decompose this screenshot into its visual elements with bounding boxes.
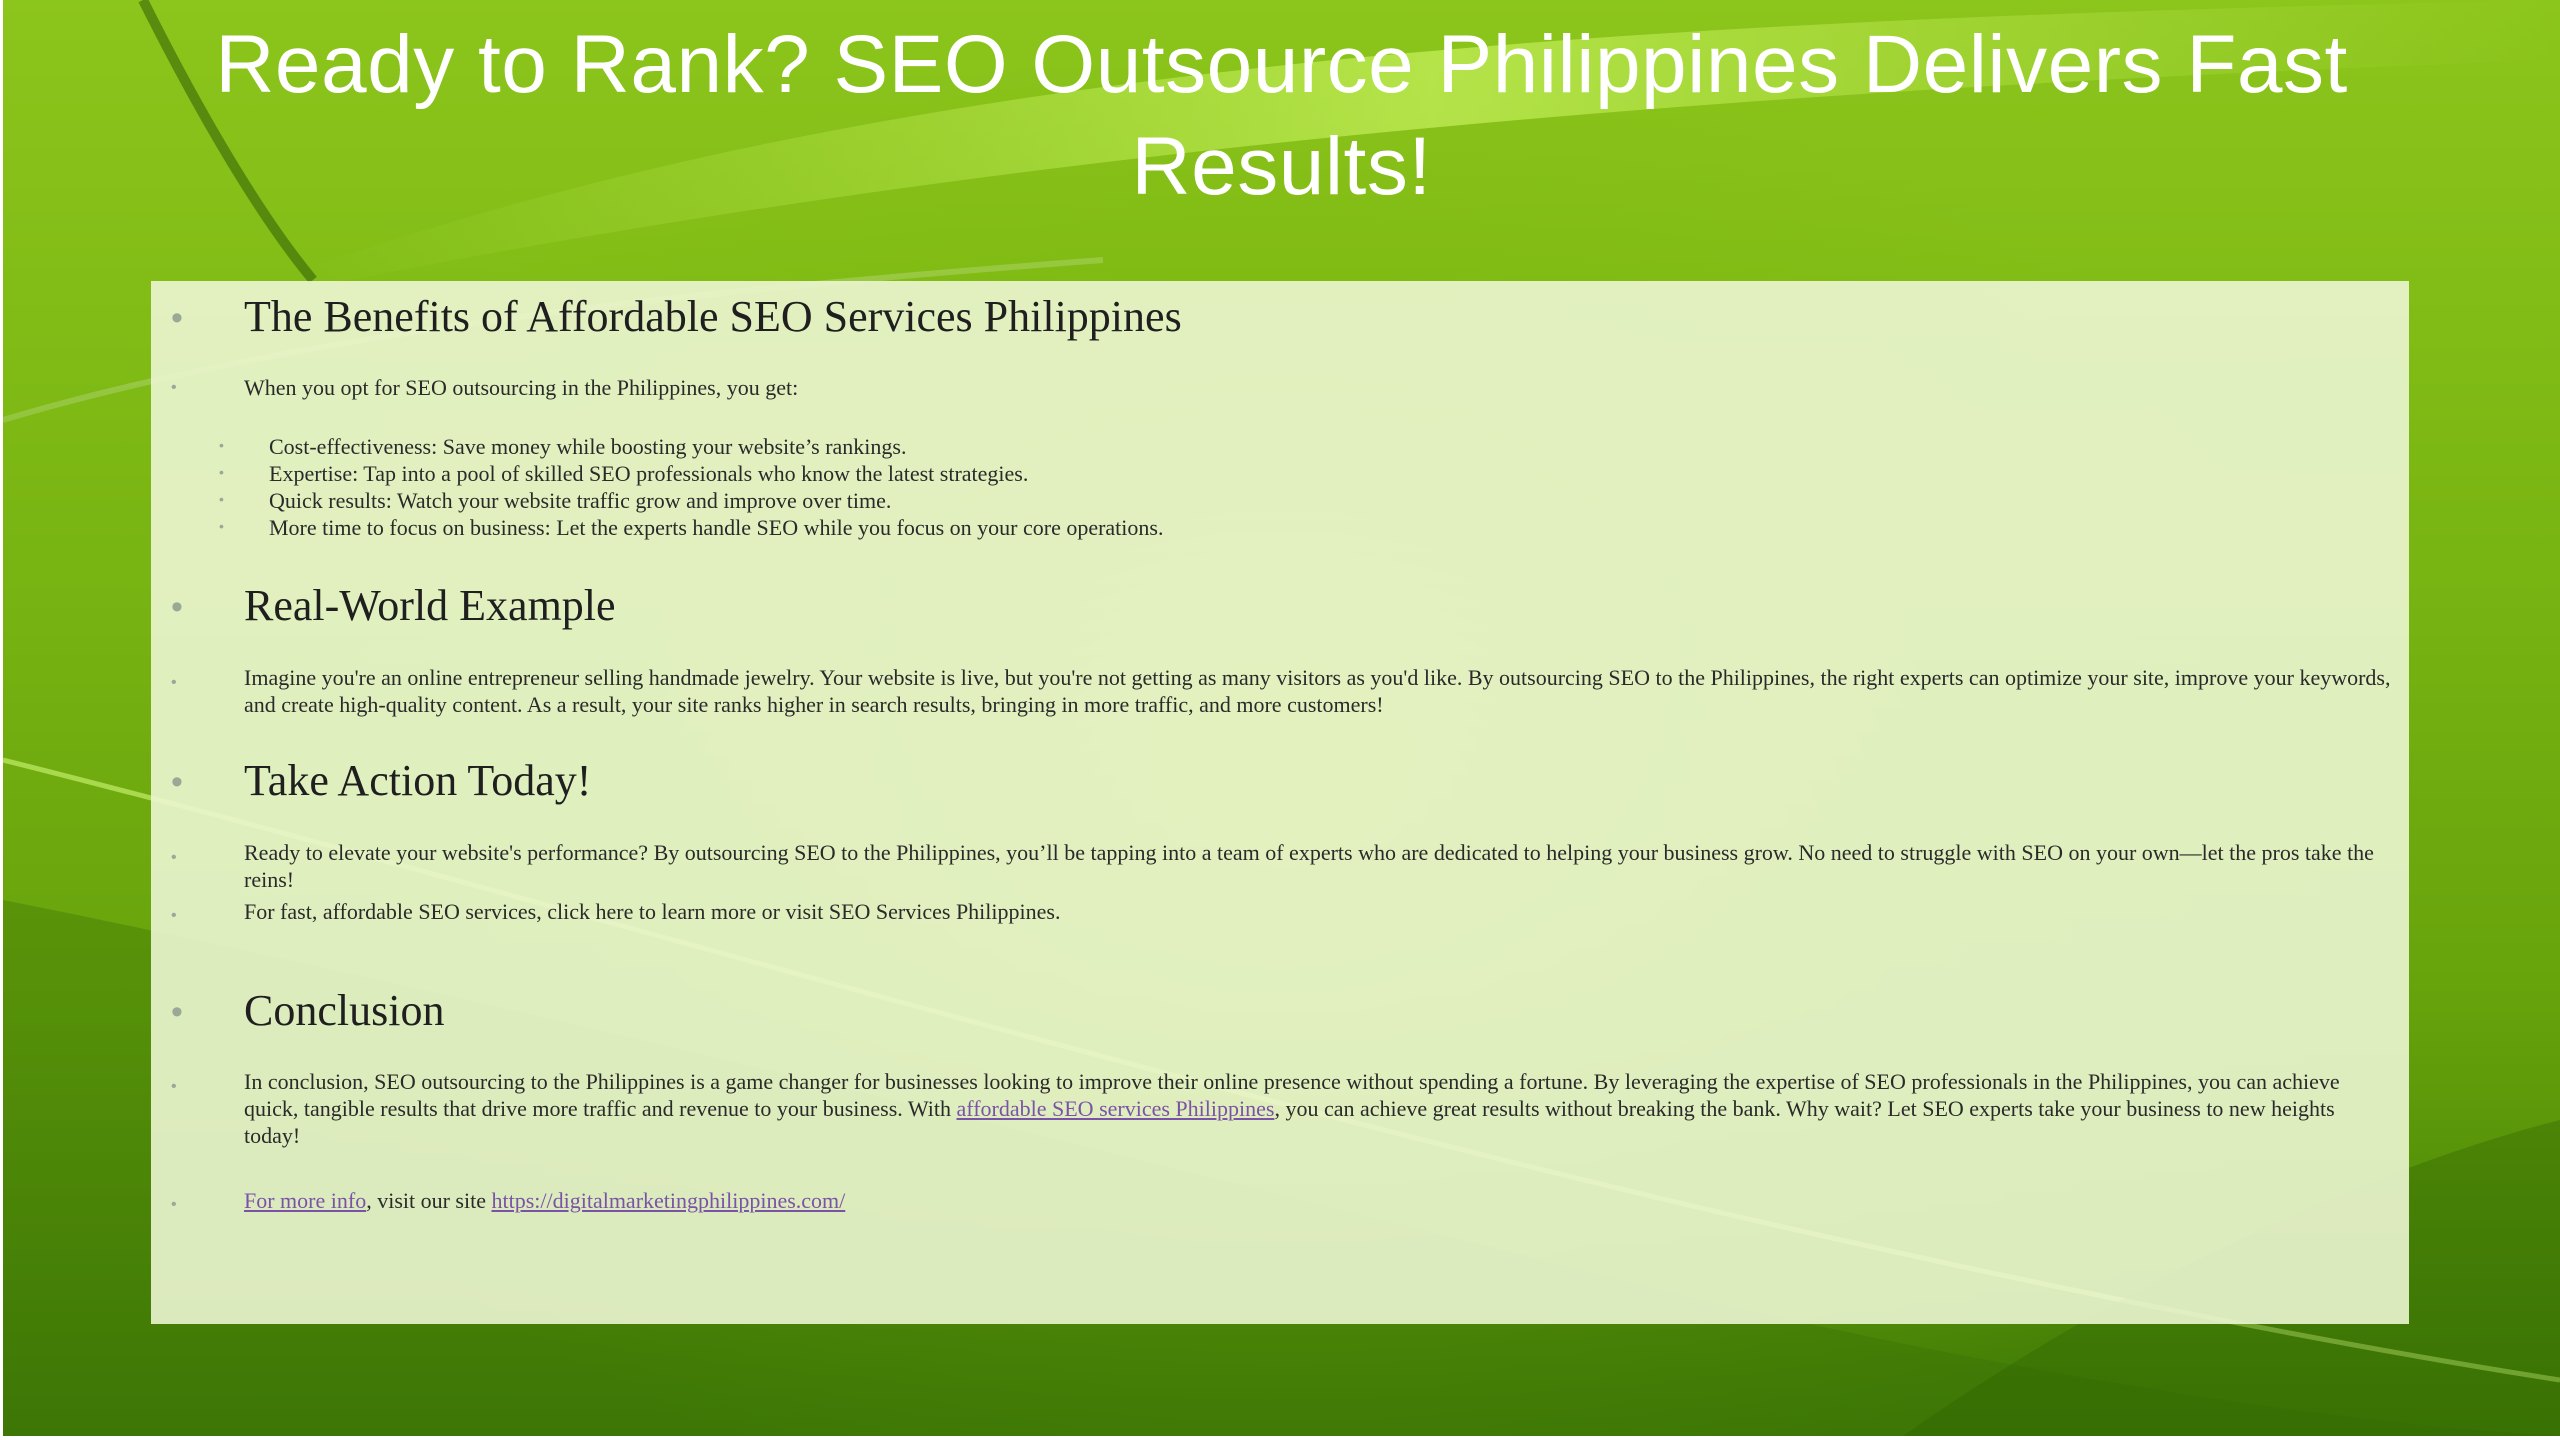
conclusion-text: In conclusion, SEO outsourcing to the Ph… <box>244 1068 2394 1149</box>
site-url-link[interactable]: https://digitalmarketingphilippines.com/ <box>491 1188 845 1213</box>
sub-bullet: • <box>219 491 224 507</box>
affordable-seo-link[interactable]: affordable SEO services Philippines <box>957 1096 1275 1121</box>
benefit-item-quick-results: Quick results: Watch your website traffi… <box>269 488 892 513</box>
sub-bullet: • <box>219 464 224 480</box>
action-text-1: Ready to elevate your website's performa… <box>244 840 2374 892</box>
bullet: • <box>171 993 183 1031</box>
benefits-heading: The Benefits of Affordable SEO Services … <box>244 292 1182 341</box>
bullet: • <box>171 907 177 924</box>
more-info-link[interactable]: For more info <box>244 1188 366 1213</box>
slide-title: Ready to Rank? SEO Outsource Philippines… <box>215 19 2348 212</box>
bullet: • <box>171 763 183 801</box>
bullet: • <box>171 849 177 866</box>
sub-bullet: • <box>219 437 224 453</box>
bullet: • <box>171 674 177 691</box>
example-text: Imagine you're an online entrepreneur se… <box>244 665 2391 717</box>
bullet: • <box>171 299 183 337</box>
bullet: • <box>171 379 177 396</box>
benefit-item-cost: Cost-effectiveness: Save money while boo… <box>269 434 907 459</box>
action-text-2: For fast, affordable SEO services, click… <box>244 899 1061 924</box>
more-info-line: For more info, visit our site https://di… <box>244 1187 2394 1214</box>
more-info-middle: , visit our site <box>366 1188 492 1213</box>
conclusion-heading: Conclusion <box>244 986 445 1035</box>
benefits-intro: When you opt for SEO outsourcing in the … <box>244 375 799 400</box>
bullet: • <box>171 1078 177 1095</box>
slide: Ready to Rank? SEO Outsource Philippines… <box>3 0 2560 1436</box>
bullet: • <box>171 588 183 626</box>
sub-bullet: • <box>219 518 224 534</box>
benefit-item-more-time: More time to focus on business: Let the … <box>269 515 1164 540</box>
action-heading: Take Action Today! <box>244 756 592 805</box>
benefit-item-expertise: Expertise: Tap into a pool of skilled SE… <box>269 461 1029 486</box>
content-panel: • The Benefits of Affordable SEO Service… <box>151 281 2409 1324</box>
example-heading: Real-World Example <box>244 581 616 630</box>
bullet: • <box>171 1196 177 1213</box>
